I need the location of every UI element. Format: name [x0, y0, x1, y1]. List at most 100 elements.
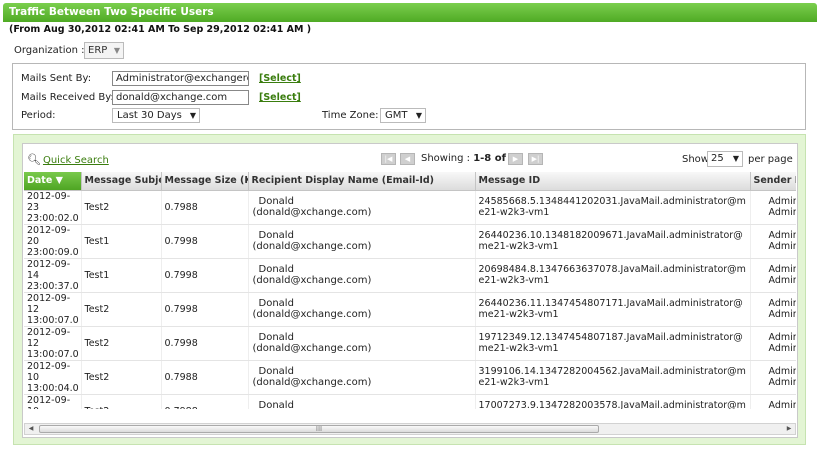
recipient-name: Donald: [258, 366, 294, 377]
search-icon: 🔍︎: [27, 153, 41, 166]
recipient-email: (donald@xchange.com): [252, 241, 372, 252]
recipient-name: Donald: [258, 400, 294, 409]
organization-select[interactable]: ERP ▼: [84, 42, 124, 59]
sender-line: Admin: [768, 400, 797, 409]
cell-size: 0.7988: [161, 190, 249, 225]
chevron-down-icon: ▼: [113, 46, 120, 55]
cell-date: 2012-09-23 23:00:02.0: [24, 190, 82, 225]
showing-text: Showing : 1-8 of 8: [421, 153, 516, 164]
recipient-email: (donald@xchange.com): [252, 207, 372, 218]
cell-sender: AdminAdmin: [750, 360, 797, 395]
table-row[interactable]: 2012-09-12 13:00:07.0 Test2 0.7998 Donald (d…: [24, 326, 797, 361]
scrollbar-thumb[interactable]: III: [39, 425, 599, 433]
column-header-label: Date: [27, 175, 53, 187]
last-page-icon[interactable]: ▶|: [528, 153, 543, 165]
period-value: Last 30 Days: [117, 110, 182, 121]
column-header-recipient[interactable]: Recipient Display Name (Email-Id): [248, 172, 476, 191]
sender-line: Admin: [768, 230, 797, 241]
sender-line: Admin: [768, 196, 797, 207]
sender-line: Admin: [768, 298, 797, 309]
cell-recipient: Donald(donald@xchange.com): [248, 190, 476, 225]
table-row[interactable]: 2012-09-14 23:00:37.0 Test1 0.7998 Donald (d…: [24, 258, 797, 293]
cell-size: 0.7988: [161, 360, 249, 395]
cell-sender: AdminAdmin: [750, 190, 797, 225]
recipient-email: (donald@xchange.com): [252, 343, 372, 354]
cell-recipient: Donald(donald@xchange.com): [248, 292, 476, 327]
table-row[interactable]: 2012-09-20 23:00:09.0 Test1 0.7998 Donald (d…: [24, 224, 797, 259]
cell-message-id: 26440236.11.1347454807171.JavaMail.admin…: [475, 292, 751, 327]
sender-line: Admin: [768, 332, 797, 343]
filter-panel: Mails Sent By: Administrator@exchangerep…: [12, 63, 806, 130]
table-row[interactable]: 2012-09-23 23:00:02.0 Test2 0.7988 Donald (d…: [24, 190, 797, 225]
cell-message-id: 24585668.5.1348441202031.JavaMail.admini…: [475, 190, 751, 225]
per-page-select[interactable]: 25 ▼: [707, 151, 743, 167]
period-label: Period:: [21, 110, 56, 121]
column-header-size[interactable]: Message Size (KB): [161, 172, 249, 191]
chevron-down-icon: ▼: [732, 154, 739, 163]
report-title: Traffic Between Two Specific Users: [3, 3, 817, 22]
column-header-subject[interactable]: Message Subject: [81, 172, 162, 191]
recipient-email: (donald@xchange.com): [252, 309, 372, 320]
cell-message-id: 3199106.14.1347282004562.JavaMail.admini…: [475, 360, 751, 395]
scroll-left-icon[interactable]: ◀: [25, 424, 37, 434]
first-page-icon[interactable]: |◀: [381, 153, 396, 165]
sender-line: Admin: [768, 264, 797, 275]
cell-size: 0.7998: [161, 224, 249, 259]
recipient-email: (donald@xchange.com): [252, 377, 372, 388]
cell-sender: AdminAdmin: [750, 292, 797, 327]
period-select[interactable]: Last 30 Days ▼: [112, 108, 200, 123]
table-row[interactable]: 2012-09-10 13:00:04.0 Test2 0.7988 Donald (d…: [24, 360, 797, 395]
organization-label: Organization :: [14, 45, 85, 56]
sent-by-input[interactable]: Administrator@exchangerepo: [112, 71, 249, 86]
chevron-down-icon: ▼: [189, 111, 196, 120]
scroll-right-icon[interactable]: ▶: [783, 424, 795, 434]
column-header-message-id[interactable]: Message ID: [475, 172, 751, 191]
cell-subject: Test1: [81, 224, 162, 259]
cell-recipient: Donald(donald@xchange.com): [248, 394, 476, 409]
timezone-select[interactable]: GMT ▼: [380, 108, 426, 123]
showing-label: Showing :: [421, 153, 470, 164]
sender-line: Admin: [768, 366, 797, 377]
cell-subject: Test2: [81, 326, 162, 361]
message-table: Date ▼ Message Subject Message Size (KB)…: [24, 172, 796, 409]
cell-date: 2012-09-14 23:00:37.0: [24, 258, 82, 293]
cell-subject: Test2: [81, 360, 162, 395]
sender-line: Admin: [768, 343, 797, 354]
cell-sender: AdminAdmin: [750, 326, 797, 361]
cell-sender: AdminAdmin: [750, 258, 797, 293]
cell-date: 2012-09-12 13:00:07.0: [24, 292, 82, 327]
organization-value: ERP: [88, 45, 108, 56]
quick-search-link[interactable]: 🔍︎ Quick Search: [27, 153, 109, 166]
cell-size: 0.7998: [161, 326, 249, 361]
previous-page-icon[interactable]: ◀: [400, 153, 415, 165]
quick-search-label: Quick Search: [42, 155, 109, 166]
per-page-label: per page: [748, 154, 793, 165]
cell-subject: Test2: [81, 190, 162, 225]
cell-message-id: 26440236.10.1348182009671.JavaMail.admin…: [475, 224, 751, 259]
recipient-name: Donald: [258, 196, 294, 207]
show-label: Show: [682, 154, 709, 165]
per-page-value: 25: [711, 153, 724, 164]
cell-date: 2012-09-12 13:00:07.0: [24, 326, 82, 361]
column-header-sender[interactable]: Sender Di: [750, 172, 796, 191]
cell-sender: AdminAdmin: [750, 394, 796, 409]
sent-by-select-link[interactable]: [Select]: [259, 73, 301, 84]
column-header-date[interactable]: Date ▼: [24, 172, 82, 191]
cell-size: 0.7998: [161, 258, 249, 293]
cell-recipient: Donald(donald@xchange.com): [248, 258, 476, 293]
recipient-name: Donald: [258, 332, 294, 343]
sender-line: Admin: [768, 275, 797, 286]
cell-size: 0.7998: [161, 292, 249, 327]
date-range: (From Aug 30,2012 02:41 AM To Sep 29,201…: [9, 24, 312, 35]
cell-recipient: Donald(donald@xchange.com): [248, 360, 476, 395]
received-by-label: Mails Received By:: [21, 92, 114, 103]
cell-recipient: Donald(donald@xchange.com): [248, 326, 476, 361]
horizontal-scrollbar[interactable]: ◀ III ▶: [24, 423, 796, 435]
received-by-input[interactable]: donald@xchange.com: [112, 90, 249, 105]
table-row[interactable]: 2012-09-10 13:00:03.0Test20.7988Donald(d…: [24, 394, 796, 409]
next-page-icon[interactable]: ▶: [508, 153, 523, 165]
table-row[interactable]: 2012-09-12 13:00:07.0 Test2 0.7998 Donald (d…: [24, 292, 797, 327]
chevron-down-icon: ▼: [415, 111, 422, 120]
received-by-select-link[interactable]: [Select]: [259, 92, 301, 103]
timezone-label: Time Zone:: [322, 110, 379, 121]
